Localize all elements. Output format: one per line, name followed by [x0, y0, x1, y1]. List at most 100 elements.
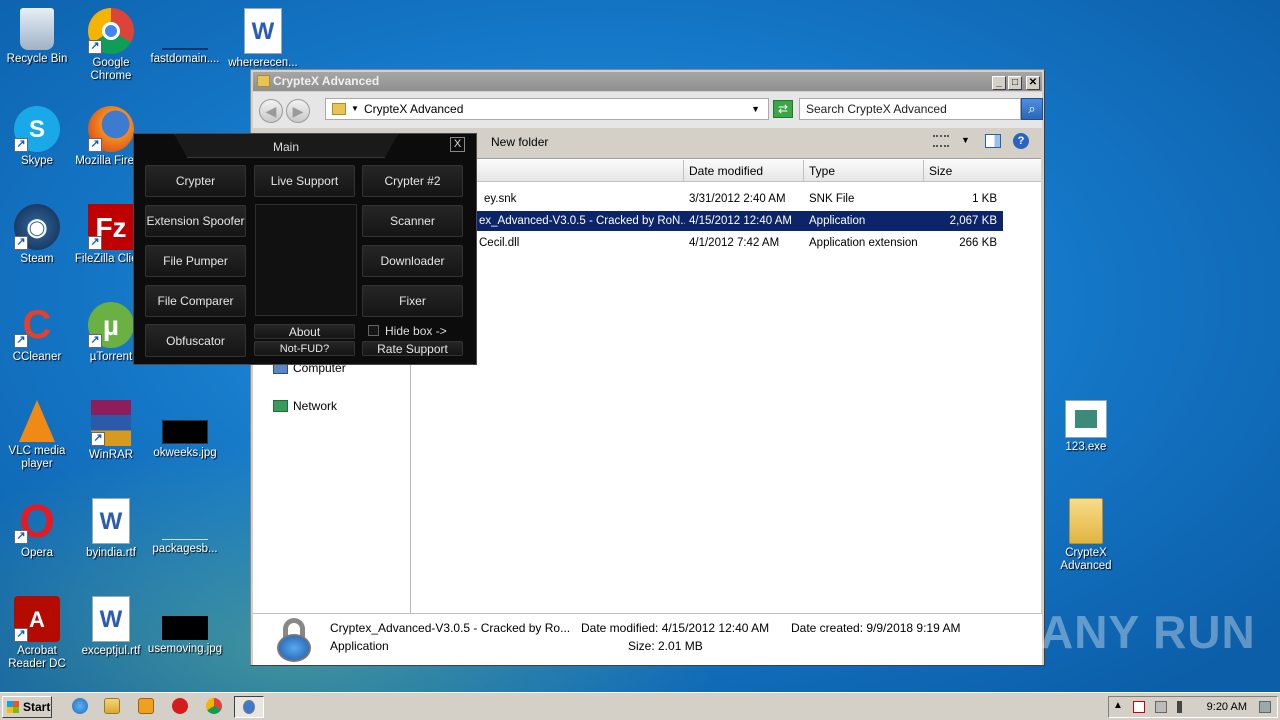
icon-label: Steam	[20, 253, 54, 265]
rate-support-button[interactable]: Rate Support	[362, 341, 463, 356]
desktop-icon-steam[interactable]: ◉ ↗ Steam	[0, 204, 76, 266]
desktop-icon-okweeks[interactable]: okweeks.jpg	[146, 400, 224, 460]
show-hidden-icons-icon[interactable]: ▲	[1113, 701, 1125, 713]
icon-label: CrypteX Advanced	[1060, 547, 1112, 572]
desktop-icon-usemoving[interactable]: usemoving.jpg	[146, 596, 224, 656]
help-icon[interactable]: ?	[1013, 133, 1029, 149]
explorer-taskbar-icon[interactable]	[104, 698, 120, 714]
desktop-icon-cryptex-folder[interactable]: CrypteX Advanced	[1047, 498, 1125, 573]
image-file-icon	[162, 420, 208, 444]
desktop-icon-123exe[interactable]: 123.exe	[1047, 400, 1125, 454]
file-name: ex_Advanced-V3.0.5 - Cracked by RoN...	[479, 215, 685, 227]
icon-label: byindia.rtf	[86, 547, 136, 559]
back-button[interactable]: ◀	[259, 99, 283, 123]
desktop-icon-opera[interactable]: O ↗ Opera	[0, 498, 76, 560]
chevron-down-icon[interactable]: ▼	[961, 135, 970, 145]
search-input[interactable]: Search CrypteX Advanced	[799, 98, 1021, 120]
breadcrumb-arrow-icon[interactable]: ▼	[351, 99, 359, 119]
icon-label: fastdomain....	[150, 53, 220, 65]
new-folder-button[interactable]: New folder	[491, 135, 548, 149]
start-button[interactable]: Start	[2, 696, 52, 718]
steam-icon: ◉ ↗	[14, 204, 60, 250]
live-support-button[interactable]: Live Support	[254, 165, 355, 197]
column-size[interactable]: Size	[923, 160, 1043, 182]
hide-box-checkbox[interactable]: Hide box ->	[368, 324, 447, 338]
file-row[interactable]: ex_Advanced-V3.0.5 - Cracked by RoN... 4…	[413, 211, 1003, 231]
minimize-button[interactable]: _	[992, 76, 1006, 90]
clock[interactable]: 9:20 AM	[1207, 697, 1247, 717]
extension-spoofer-button[interactable]: Extension Spoofer	[145, 205, 246, 237]
close-button[interactable]: X	[450, 137, 465, 152]
about-button[interactable]: About	[254, 324, 355, 339]
file-comparer-button[interactable]: File Comparer	[145, 285, 246, 317]
desktop-icon-fastdomain[interactable]: fastdomain....	[146, 8, 224, 66]
desktop-icon-chrome[interactable]: ↗ Google Chrome	[72, 8, 150, 83]
media-player-icon[interactable]	[138, 698, 154, 714]
icon-label: usemoving.jpg	[147, 643, 223, 655]
desktop-icon-exceptjul[interactable]: W exceptjul.rtf	[72, 596, 150, 658]
network-icon	[273, 400, 288, 412]
crypter-button[interactable]: Crypter	[145, 165, 246, 197]
action-center-icon[interactable]	[1133, 701, 1145, 713]
checkbox-square[interactable]	[368, 325, 379, 336]
column-header: Date modified Type Size	[413, 160, 1041, 182]
show-desktop-button[interactable]	[1259, 701, 1271, 713]
word-doc-icon: W	[92, 498, 130, 544]
close-button[interactable]: ✕	[1026, 76, 1040, 90]
details-created: Date created: 9/9/2018 9:19 AM	[791, 621, 961, 635]
desktop-icon-recycle-bin[interactable]: Recycle Bin	[0, 8, 76, 66]
scanner-button[interactable]: Scanner	[362, 205, 463, 237]
cryptex-taskbar-button[interactable]	[234, 696, 264, 718]
maximize-button[interactable]: □	[1008, 76, 1022, 90]
image-file-icon	[162, 8, 208, 50]
preview-pane-icon[interactable]	[985, 134, 1001, 148]
word-doc-icon: W	[244, 8, 282, 54]
file-row[interactable]: ey.snk 3/31/2012 2:40 AM SNK File 1 KB	[413, 189, 1003, 209]
winrar-icon: ↗	[91, 400, 131, 446]
lock-icon	[243, 700, 255, 714]
file-date: 4/15/2012 12:40 AM	[689, 215, 792, 227]
forward-button[interactable]: ▶	[286, 99, 310, 123]
chrome-taskbar-icon[interactable]	[206, 698, 222, 714]
icon-label: Google Chrome	[90, 57, 132, 82]
icon-label: packagesb...	[152, 543, 218, 555]
column-type[interactable]: Type	[803, 160, 923, 182]
desktop-icon-wherereceп[interactable]: W wherereceп...	[224, 8, 302, 70]
crypter-main-panel: Main X Crypter Live Support Crypter #2 E…	[133, 133, 477, 365]
panel-title[interactable]: Main	[174, 134, 398, 158]
downloader-button[interactable]: Downloader	[362, 245, 463, 277]
not-fud-button[interactable]: Not-FUD?	[254, 341, 355, 356]
network-tray-icon[interactable]	[1155, 701, 1167, 713]
desktop-icon-winrar[interactable]: ↗ WinRAR	[72, 400, 150, 462]
desktop-icon-ccleaner[interactable]: C ↗ CCleaner	[0, 302, 76, 364]
details-size: Size: 2.01 MB	[628, 639, 703, 653]
view-options-icon[interactable]	[933, 135, 949, 147]
volume-icon[interactable]	[1177, 701, 1189, 713]
internet-explorer-icon[interactable]	[72, 698, 88, 714]
exe-file-icon	[1065, 400, 1107, 438]
file-pumper-button[interactable]: File Pumper	[145, 245, 246, 277]
icon-label: WinRAR	[88, 449, 134, 461]
desktop-icon-packagesb[interactable]: packagesb...	[146, 498, 224, 556]
column-date-modified[interactable]: Date modified	[683, 160, 803, 182]
system-tray: ▲ 9:20 AM	[1108, 696, 1278, 718]
recycle-bin-icon	[20, 8, 54, 50]
desktop-icon-byindia[interactable]: W byindia.rtf	[72, 498, 150, 560]
nav-item-network[interactable]: Network	[273, 399, 337, 413]
fixer-button[interactable]: Fixer	[362, 285, 463, 317]
window-titlebar[interactable]: CrypteX Advanced _ □ ✕	[253, 72, 1042, 91]
obfuscator-button[interactable]: Obfuscator	[145, 324, 246, 357]
icon-label: µTorrent	[89, 351, 133, 363]
file-row[interactable]: Cecil.dll 4/1/2012 7:42 AM Application e…	[413, 233, 1003, 253]
desktop-icon-skype[interactable]: S ↗ Skype	[0, 106, 76, 168]
chevron-down-icon[interactable]: ▼	[751, 99, 760, 119]
search-icon[interactable]: ⌕	[1021, 98, 1043, 120]
desktop-icon-acrobat[interactable]: A ↗ Acrobat Reader DC	[0, 596, 76, 671]
desktop-icon-vlc[interactable]: VLC media player	[0, 400, 76, 471]
refresh-button[interactable]: ⇄	[773, 100, 793, 118]
crypter2-button[interactable]: Crypter #2	[362, 165, 463, 197]
opera-taskbar-icon[interactable]	[172, 698, 188, 714]
address-bar[interactable]: ▼ CrypteX Advanced ▼	[325, 98, 769, 120]
details-filename: Cryptex_Advanced-V3.0.5 - Cracked by Ro.…	[330, 621, 571, 635]
file-type: SNK File	[809, 193, 855, 205]
